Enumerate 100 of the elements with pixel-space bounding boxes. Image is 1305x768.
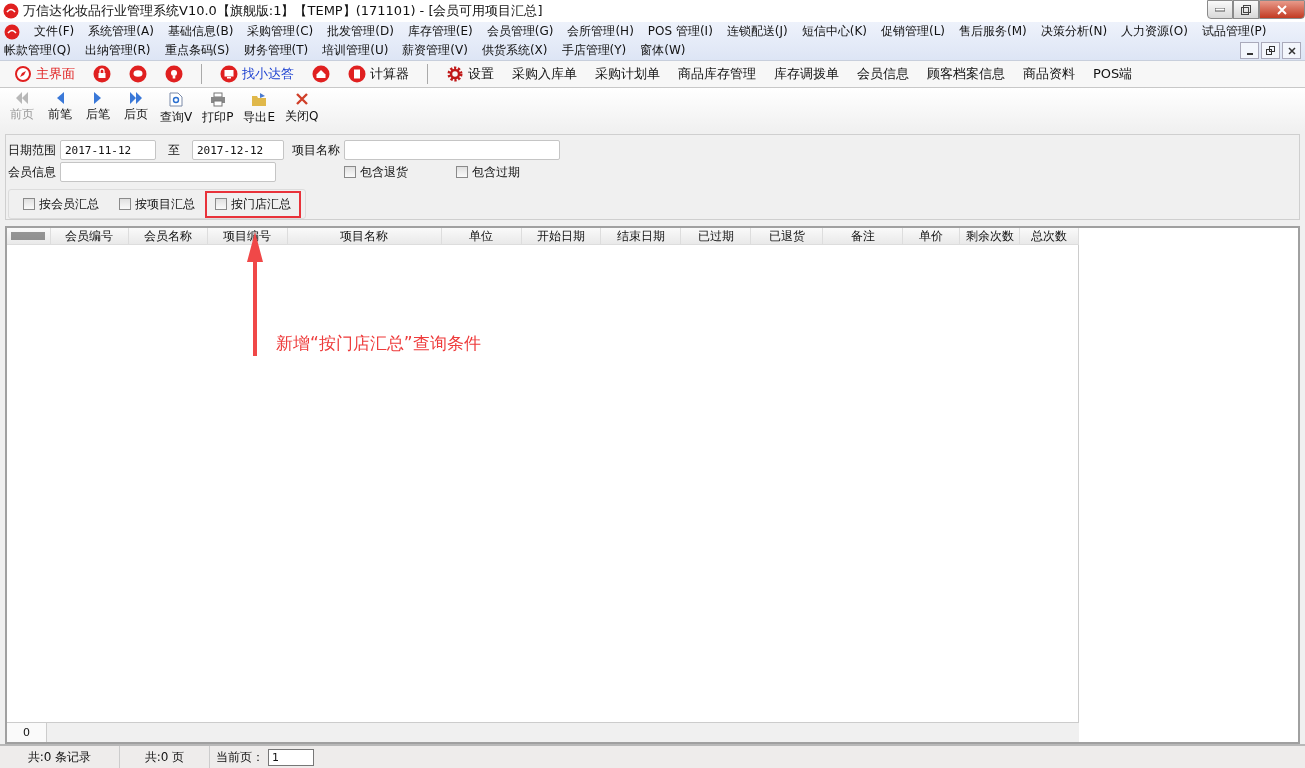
count-cell: 0 (7, 723, 47, 742)
checkbox[interactable]: 按项目汇总 (119, 195, 195, 213)
toolbar-button[interactable] (93, 65, 111, 83)
toolbar-button[interactable]: 采购计划单 (595, 65, 660, 83)
menu-item[interactable]: 售后服务(M) (959, 23, 1027, 40)
chat-icon (129, 65, 147, 83)
menu-item[interactable]: 财务管理(T) (243, 42, 309, 59)
menu-item[interactable]: 供货系统(X) (481, 42, 548, 59)
field-label: 至 (168, 141, 180, 159)
toolbar-button[interactable]: 后笔 (82, 92, 114, 123)
right-icon (93, 92, 103, 104)
double-right-icon (129, 92, 143, 104)
menu-item[interactable]: 试品管理(P) (1201, 23, 1267, 40)
toolbar-button[interactable]: 商品资料 (1023, 65, 1075, 83)
menu-item[interactable]: 决策分析(N) (1040, 23, 1108, 40)
column-header[interactable]: 单位 (441, 228, 522, 244)
column-header[interactable]: 开始日期 (521, 228, 602, 244)
menu-item[interactable]: 人力资源(O) (1121, 23, 1188, 40)
column-header[interactable]: 会员名称 (128, 228, 208, 244)
menu-item[interactable]: 促销管理(L) (881, 23, 946, 40)
date-field[interactable]: 2017-12-12 (192, 140, 284, 160)
folder-icon (251, 92, 268, 107)
printer-icon (209, 92, 226, 107)
close-icon (1287, 46, 1296, 55)
menu-item[interactable]: 系统管理(A) (88, 23, 154, 40)
menu-item[interactable]: 短信中心(K) (801, 23, 867, 40)
app-logo-icon (3, 3, 19, 19)
toolbar-button[interactable]: 前笔 (44, 92, 76, 123)
home-icon (312, 65, 330, 83)
app-logo-icon (4, 23, 20, 40)
column-header[interactable]: 总次数 (1020, 228, 1079, 244)
toolbar-button[interactable]: 顾客档案信息 (927, 65, 1005, 83)
menu-item[interactable]: POS 管理(I) (647, 23, 713, 40)
toolbar-button[interactable]: 设置 (446, 65, 494, 83)
toolbar-button[interactable]: 采购入库单 (512, 65, 577, 83)
lock-icon (93, 65, 111, 83)
monitor-icon (220, 65, 238, 83)
window-title: 万信达化妆品行业管理系统V10.0【旗舰版:1】【TEMP】(171101) - [会员可用项目汇总] (23, 2, 543, 20)
toolbar-button[interactable]: 计算器 (348, 65, 409, 83)
toolbar-button[interactable]: 商品库存管理 (678, 65, 756, 83)
input-field[interactable] (60, 162, 276, 182)
column-header[interactable]: 单价 (903, 228, 961, 244)
column-header[interactable]: 备注 (823, 228, 904, 244)
menu-item[interactable]: 重点条码(S) (164, 42, 230, 59)
menu-item[interactable]: 出纳管理(R) (84, 42, 151, 59)
toolbar-button[interactable] (129, 65, 147, 83)
date-field[interactable]: 2017-11-12 (60, 140, 156, 160)
field-label: 日期范围 (8, 141, 56, 159)
left-icon (55, 92, 65, 104)
toolbar-button[interactable]: 查询V (158, 92, 195, 126)
toolbar-button[interactable]: 库存调拨单 (774, 65, 839, 83)
menu-item[interactable]: 会所管理(H) (567, 23, 634, 40)
menu-item[interactable]: 手店管理(Y) (561, 42, 627, 59)
checkbox[interactable]: 按门店汇总 (215, 195, 291, 213)
toolbar-button[interactable]: 会员信息 (857, 65, 909, 83)
menu-item[interactable]: 薪资管理(V) (402, 42, 468, 59)
menu-item[interactable]: 窗体(W) (640, 42, 686, 59)
calculator-icon (348, 65, 366, 83)
menu-item[interactable]: 库存管理(E) (407, 23, 473, 40)
field-label: 项目名称 (292, 141, 340, 159)
page-count: 共:0 页 (120, 746, 210, 768)
toolbar-button[interactable]: 关闭Q (283, 92, 321, 125)
search-icon (169, 92, 184, 107)
menu-item[interactable]: 帐款管理(Q) (4, 42, 71, 59)
toolbar-button[interactable]: 打印P (200, 92, 236, 126)
menu-item[interactable]: 文件(F) (34, 23, 75, 40)
restore-button[interactable] (1261, 42, 1280, 59)
close-icon (294, 92, 309, 106)
minimize-button[interactable] (1240, 42, 1259, 59)
checkbox[interactable]: 按会员汇总 (23, 195, 99, 213)
column-header[interactable]: 结束日期 (601, 228, 682, 244)
menu-item[interactable]: 基础信息(B) (167, 23, 234, 40)
double-left-icon (15, 92, 29, 104)
checkbox[interactable]: 包含过期 (456, 163, 520, 181)
column-header[interactable]: 已退货 (751, 228, 824, 244)
toolbar-button[interactable]: 找小达答 (220, 65, 294, 83)
toolbar-button[interactable]: 后页 (120, 92, 152, 123)
menu-item[interactable]: 会员管理(G) (486, 23, 554, 40)
toolbar-button[interactable] (165, 65, 183, 83)
restore-button[interactable] (1233, 0, 1259, 19)
toolbar-button[interactable]: 导出E (241, 92, 278, 126)
column-header[interactable]: 剩余次数 (960, 228, 1021, 244)
input-field[interactable] (344, 140, 560, 160)
field-label: 会员信息 (8, 163, 56, 181)
toolbar-button[interactable]: 主界面 (14, 65, 75, 83)
menu-item[interactable]: 采购管理(C) (247, 23, 314, 40)
toolbar-button[interactable]: POS端 (1093, 65, 1133, 83)
menu-item[interactable]: 连锁配送(J) (726, 23, 788, 40)
minimize-icon (1215, 7, 1225, 12)
page-field[interactable]: 1 (268, 748, 314, 766)
checkbox[interactable]: 包含退货 (344, 163, 408, 181)
menu-item[interactable]: 培训管理(U) (322, 42, 389, 59)
menu-item[interactable]: 批发管理(D) (327, 23, 394, 40)
column-header[interactable]: 会员编号 (50, 228, 129, 244)
close-button[interactable] (1282, 42, 1301, 59)
column-header[interactable]: 已过期 (681, 228, 752, 244)
bulb-icon (165, 65, 183, 83)
toolbar-button[interactable] (312, 65, 330, 83)
restore-icon (1241, 4, 1251, 15)
column-header[interactable]: 项目名称 (287, 228, 442, 244)
